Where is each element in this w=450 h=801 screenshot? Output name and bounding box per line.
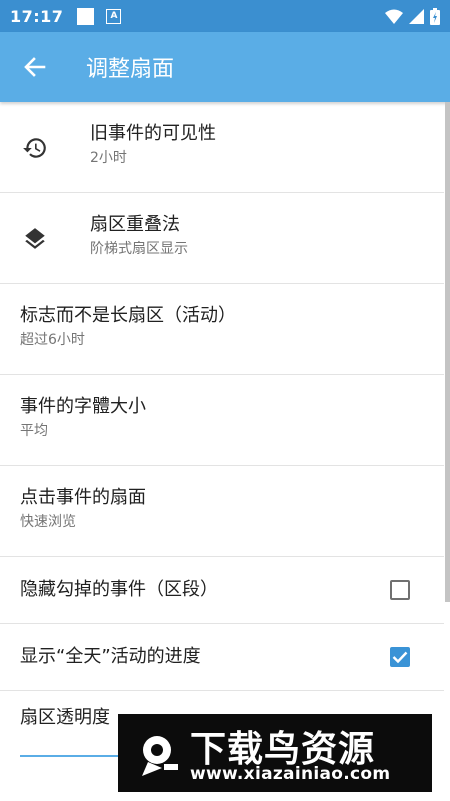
- setting-title: 扇区重叠法: [90, 214, 180, 235]
- signal-icon: [409, 8, 424, 24]
- check-icon: [392, 651, 408, 664]
- setting-title: 旧事件的可见性: [90, 123, 216, 144]
- hide-checked-events-checkbox[interactable]: [390, 580, 410, 600]
- setting-text: 标志而不是长扇区（活动） 超过6小时: [20, 304, 236, 349]
- page-title: 调整扇面: [86, 57, 175, 82]
- setting-subtitle: 快速浏览: [20, 514, 76, 530]
- setting-sector-overlap[interactable]: 扇区重叠法 阶梯式扇区显示: [0, 193, 444, 284]
- setting-title: 隐藏勾掉的事件（区段）: [20, 579, 218, 600]
- setting-title: 扇区透明度: [20, 707, 110, 728]
- setting-click-event-sector[interactable]: 点击事件的扇面 快速浏览: [0, 466, 444, 557]
- setting-old-events-visibility[interactable]: 旧事件的可见性 2小时: [0, 102, 444, 193]
- battery-icon: [430, 7, 440, 25]
- setting-text: 显示“全天”活动的进度: [20, 624, 201, 690]
- app-bar: 调整扇面: [0, 32, 450, 102]
- back-button[interactable]: [22, 54, 48, 80]
- setting-subtitle: 2小时: [90, 150, 127, 166]
- status-time: 17:17: [10, 6, 64, 26]
- setting-text: 事件的字體大小 平均: [20, 395, 146, 440]
- scrollbar[interactable]: [445, 102, 450, 602]
- setting-title: 点击事件的扇面: [20, 487, 146, 508]
- watermark-url: www.xiazainiao.com: [190, 764, 391, 784]
- setting-event-font-size[interactable]: 事件的字體大小 平均: [0, 375, 444, 466]
- setting-text: 点击事件的扇面 快速浏览: [20, 486, 146, 531]
- layers-icon: [25, 228, 45, 249]
- setting-title: 显示“全天”活动的进度: [20, 646, 201, 667]
- status-bar: 17:17 A: [0, 0, 450, 32]
- setting-title: 标志而不是长扇区（活动）: [20, 305, 236, 326]
- setting-text: 旧事件的可见性 2小时: [90, 122, 216, 167]
- setting-subtitle: 阶梯式扇区显示: [90, 241, 188, 257]
- bird-logo-icon: [142, 736, 178, 776]
- setting-subtitle: 平均: [20, 423, 48, 439]
- settings-list: 旧事件的可见性 2小时 扇区重叠法 阶梯式扇区显示 标志而不是长扇区（活动） 超…: [0, 102, 444, 801]
- notification-a-icon: A: [106, 8, 122, 24]
- wifi-icon: [385, 9, 403, 24]
- setting-text: 扇区重叠法 阶梯式扇区显示: [90, 213, 188, 258]
- show-allday-progress-checkbox[interactable]: [390, 647, 410, 667]
- setting-hide-checked-events[interactable]: 隐藏勾掉的事件（区段）: [0, 557, 444, 624]
- arrow-back-icon: [24, 57, 46, 77]
- watermark-banner: 下载鸟资源 www.xiazainiao.com: [118, 714, 432, 792]
- setting-title: 事件的字體大小: [20, 396, 146, 417]
- notification-square-icon: [77, 7, 95, 25]
- status-icons: [385, 7, 440, 25]
- history-icon: [23, 138, 46, 158]
- setting-text: 隐藏勾掉的事件（区段）: [20, 557, 218, 623]
- setting-flag-instead-long-sector[interactable]: 标志而不是长扇区（活动） 超过6小时: [0, 284, 444, 375]
- setting-show-allday-progress[interactable]: 显示“全天”活动的进度: [0, 624, 444, 691]
- setting-subtitle: 超过6小时: [20, 332, 85, 348]
